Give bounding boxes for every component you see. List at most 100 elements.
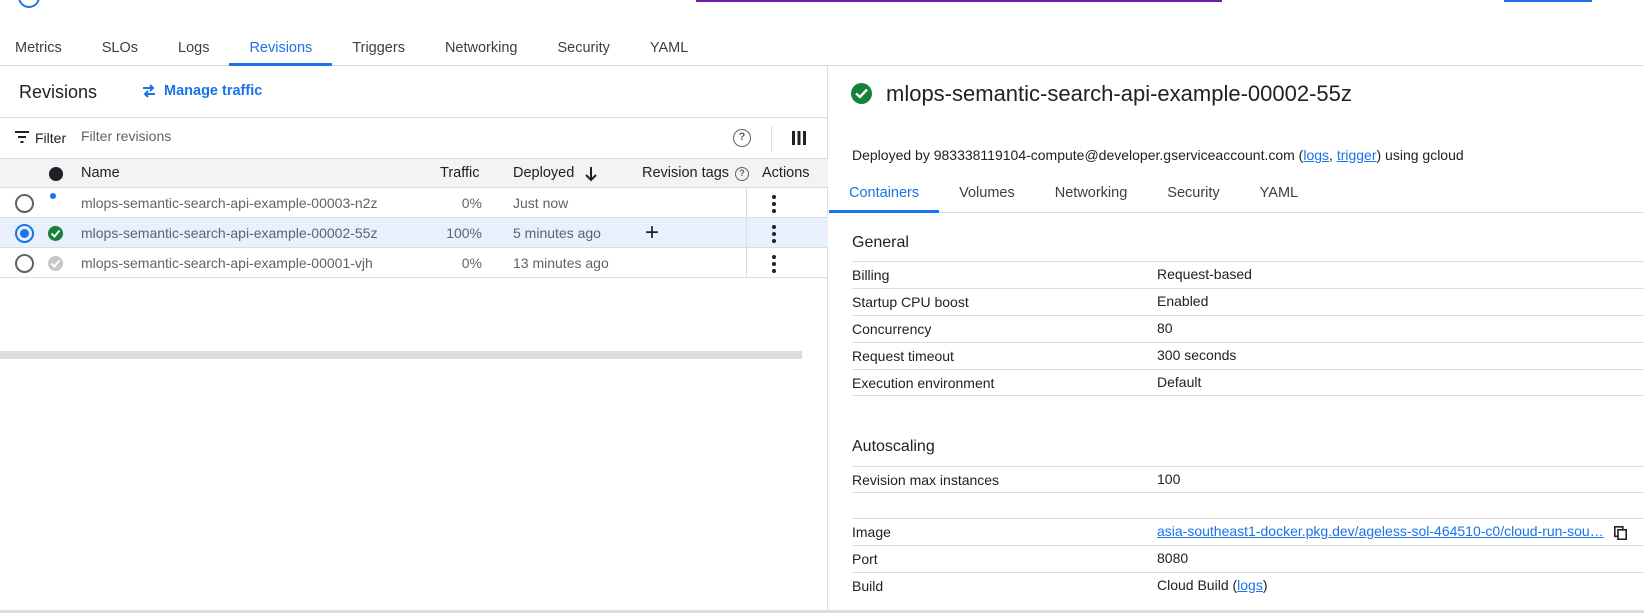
row-radio[interactable] [15, 224, 34, 243]
kv-value: Request-based [1157, 266, 1252, 282]
more-actions-icon[interactable] [770, 195, 778, 213]
tab-security[interactable]: Security [537, 28, 629, 65]
swap-arrows-icon [142, 84, 156, 98]
separator: , [1329, 147, 1337, 163]
table-row[interactable]: mlops-semantic-search-api-example-00001-… [0, 248, 828, 278]
revision-traffic: 0% [461, 195, 482, 211]
tab-metrics[interactable]: Metrics [0, 28, 82, 65]
kv-row: Build Cloud Build (logs) [852, 572, 1644, 599]
revisions-panel: Revisions Manage traffic Filter ? Name T… [0, 66, 828, 613]
revision-deployed: 13 minutes ago [513, 255, 609, 271]
url-link-underline[interactable] [696, 0, 1222, 2]
image-key: Image [852, 524, 891, 540]
row-radio[interactable] [15, 194, 34, 213]
detail-tabs: Containers Volumes Networking Security Y… [829, 173, 1644, 213]
horizontal-scrollbar[interactable] [0, 351, 802, 359]
more-actions-icon[interactable] [770, 255, 778, 273]
tab-logs[interactable]: Logs [158, 28, 229, 65]
copy-icon[interactable] [1614, 526, 1627, 543]
kv-row: Startup CPU boost Enabled [852, 288, 1644, 315]
kv-key: Request timeout [852, 348, 954, 364]
row-radio[interactable] [15, 254, 34, 273]
filter-revisions-input[interactable] [81, 128, 681, 144]
col-actions: Actions [762, 165, 810, 181]
col-revision-tags[interactable]: Revision tags [642, 165, 729, 181]
general-section-title: General [852, 234, 909, 251]
col-name[interactable]: Name [81, 165, 120, 181]
tab-security[interactable]: Security [1147, 173, 1239, 212]
kv-row: Request timeout 300 seconds [852, 342, 1644, 369]
tab-networking[interactable]: Networking [425, 28, 538, 65]
build-key: Build [852, 578, 884, 594]
revision-detail-panel: mlops-semantic-search-api-example-00002-… [829, 66, 1644, 613]
filter-label: Filter [35, 130, 67, 146]
top-header-cutoff [0, 0, 1644, 8]
kv-key: Revision max instances [852, 472, 1000, 488]
table-row[interactable]: mlops-semantic-search-api-example-00002-… [0, 218, 828, 248]
kv-key: Concurrency [852, 321, 932, 337]
service-status-icon [18, 0, 40, 8]
deploying-spinner-icon [50, 193, 56, 199]
manage-traffic-button[interactable]: Manage traffic [142, 83, 262, 99]
tab-yaml[interactable]: YAML [1240, 173, 1318, 212]
column-display-icon[interactable] [792, 131, 806, 148]
check-circle-icon [48, 226, 63, 241]
table-header: Name Traffic Deployed Revision tags ? Ac… [0, 159, 828, 188]
build-value-suffix: ) [1262, 577, 1268, 593]
kv-row: Billing Request-based [852, 261, 1644, 288]
table-row[interactable]: mlops-semantic-search-api-example-00003-… [0, 188, 828, 218]
build-logs-link[interactable]: logs [1237, 577, 1263, 593]
tab-networking[interactable]: Networking [1035, 173, 1148, 212]
kv-row: Execution environment Default [852, 369, 1644, 396]
status-header-icon [49, 167, 63, 181]
kv-row: Concurrency 80 [852, 315, 1644, 342]
port-value: 8080 [1157, 550, 1189, 566]
check-circle-icon [851, 82, 872, 104]
help-icon[interactable]: ? [733, 129, 751, 147]
divider [771, 126, 772, 152]
revision-name: mlops-semantic-search-api-example-00001-… [81, 255, 373, 271]
tab-volumes[interactable]: Volumes [939, 173, 1035, 212]
tab-triggers[interactable]: Triggers [332, 28, 425, 65]
tab-revisions[interactable]: Revisions [229, 28, 333, 66]
service-tabs: Metrics SLOs Logs Revisions Triggers Net… [0, 28, 1644, 66]
tab-yaml[interactable]: YAML [630, 28, 708, 65]
revisions-table: Name Traffic Deployed Revision tags ? Ac… [0, 159, 828, 278]
tab-containers[interactable]: Containers [829, 173, 940, 213]
kv-row: Port 8080 [852, 545, 1644, 572]
filter-icon [15, 130, 29, 146]
col-traffic[interactable]: Traffic [440, 165, 479, 181]
revision-deployed: 5 minutes ago [513, 225, 601, 241]
autoscaling-section-title: Autoscaling [852, 438, 935, 455]
revisions-title: Revisions [19, 82, 98, 102]
manage-traffic-label: Manage traffic [164, 83, 263, 99]
kv-key: Execution environment [852, 375, 995, 391]
revision-name: mlops-semantic-search-api-example-00003-… [81, 195, 378, 211]
filter-button[interactable]: Filter [15, 130, 66, 146]
kv-value: Enabled [1157, 293, 1209, 309]
add-tag-icon[interactable]: + [645, 219, 659, 247]
col-deployed[interactable]: Deployed [513, 165, 574, 181]
trigger-link[interactable]: trigger [1337, 147, 1377, 163]
deployed-by-text: Deployed by 983338119104-compute@develop… [852, 147, 1464, 163]
help-icon[interactable]: ? [735, 167, 749, 181]
sort-down-arrow-icon[interactable] [584, 166, 598, 186]
divider [746, 218, 747, 247]
image-link[interactable]: asia-southeast1-docker.pkg.dev/ageless-s… [1157, 523, 1604, 539]
deployed-by-prefix: Deployed by 983338119104-compute@develop… [852, 147, 1304, 163]
kv-value: 80 [1157, 320, 1173, 336]
revision-name: mlops-semantic-search-api-example-00002-… [81, 225, 378, 241]
tab-slos[interactable]: SLOs [82, 28, 158, 65]
divider [746, 188, 747, 217]
more-actions-icon[interactable] [770, 225, 778, 243]
kv-key: Startup CPU boost [852, 294, 969, 310]
revision-detail-title: mlops-semantic-search-api-example-00002-… [851, 80, 1371, 108]
logs-link[interactable]: logs [1303, 147, 1329, 163]
revision-title-text: mlops-semantic-search-api-example-00002-… [886, 81, 1352, 106]
deployed-by-suffix: ) using gcloud [1376, 147, 1464, 163]
divider [746, 248, 747, 277]
kv-key: Billing [852, 267, 890, 283]
build-value-prefix: Cloud Build ( [1157, 577, 1238, 593]
build-value: Cloud Build (logs) [1157, 577, 1268, 593]
link-underline[interactable] [1504, 0, 1592, 2]
